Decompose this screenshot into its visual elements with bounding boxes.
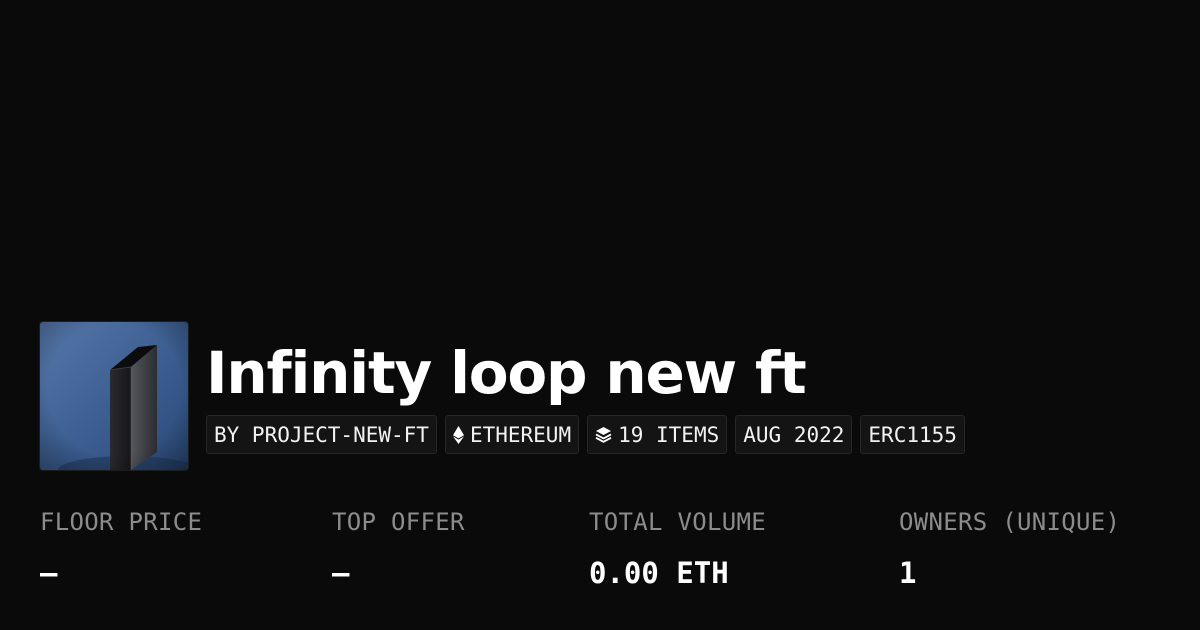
stat-label: FLOOR PRICE: [40, 508, 203, 536]
stat-value: —: [40, 556, 58, 590]
collection-thumbnail-image: [40, 322, 188, 470]
creator-tag[interactable]: BY PROJECT-NEW-FT: [206, 415, 437, 454]
token-standard-label: ERC1155: [868, 422, 957, 447]
items-tag-label: 19 ITEMS: [618, 422, 720, 447]
collection-title: Infinity loop new ft: [206, 339, 807, 407]
created-date-label: AUG 2022: [743, 422, 845, 447]
stat-label: TOTAL VOLUME: [589, 508, 766, 536]
collection-tags: BY PROJECT-NEW-FT ETHEREUM 19 ITEMS AUG …: [206, 415, 965, 454]
stat-owners: OWNERS (UNIQUE) 1: [899, 504, 1120, 591]
layers-icon: [595, 427, 612, 443]
stat-total-volume: TOTAL VOLUME 0.00 ETH: [589, 504, 766, 591]
items-tag[interactable]: 19 ITEMS: [587, 415, 728, 454]
stat-label: TOP OFFER: [332, 508, 465, 536]
collection-thumbnail[interactable]: [40, 322, 188, 470]
created-date-tag: AUG 2022: [735, 415, 853, 454]
chain-tag-label: ETHEREUM: [469, 422, 572, 447]
stat-label: OWNERS (UNIQUE): [899, 508, 1121, 536]
stat-value: 1: [899, 556, 917, 590]
creator-tag-label: BY PROJECT-NEW-FT: [214, 422, 429, 447]
stat-value: 0.00 ETH: [589, 556, 729, 590]
ethereum-icon: [452, 425, 464, 444]
token-standard-tag: ERC1155: [860, 415, 965, 454]
chain-tag[interactable]: ETHEREUM: [444, 415, 580, 454]
stat-floor-price: FLOOR PRICE —: [40, 504, 202, 591]
stat-value: —: [332, 556, 350, 590]
stat-top-offer: TOP OFFER —: [332, 504, 465, 591]
